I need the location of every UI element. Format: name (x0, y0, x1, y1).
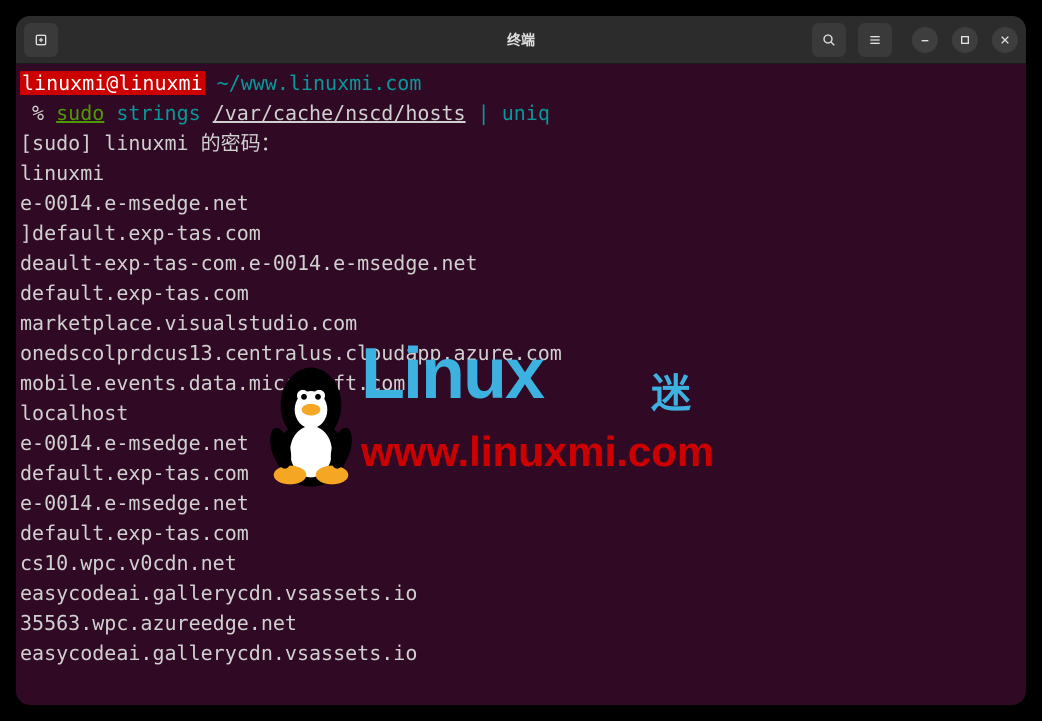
prompt-symbol: % (32, 101, 44, 125)
output-line: [sudo] linuxmi 的密码： (18, 128, 1024, 158)
output-line: easycodeai.gallerycdn.vsassets.io (18, 578, 1024, 608)
output-line: deault-exp-tas-com.e-0014.e-msedge.net (18, 248, 1024, 278)
output-line: e-0014.e-msedge.net (18, 488, 1024, 518)
new-tab-button[interactable] (24, 23, 58, 57)
output-line: marketplace.visualstudio.com (18, 308, 1024, 338)
cmd-pipe: | (478, 101, 490, 125)
output-line: 35563.wpc.azureedge.net (18, 608, 1024, 638)
prompt-line-1: linuxmi@linuxmi ~/www.linuxmi.com (18, 68, 1024, 98)
output-line: default.exp-tas.com (18, 458, 1024, 488)
current-path: ~/www.linuxmi.com (217, 71, 422, 95)
terminal-output-area[interactable]: linuxmi@linuxmi ~/www.linuxmi.com % sudo… (16, 64, 1026, 705)
maximize-button[interactable] (952, 27, 978, 53)
output-line: localhost (18, 398, 1024, 428)
cmd-uniq: uniq (502, 101, 550, 125)
window-title: 终端 (507, 30, 535, 50)
output-line: default.exp-tas.com (18, 278, 1024, 308)
output-line: default.exp-tas.com (18, 518, 1024, 548)
output-line: mobile.events.data.microsoft.com (18, 368, 1024, 398)
output-line: e-0014.e-msedge.net (18, 428, 1024, 458)
output-line: cs10.wpc.v0cdn.net (18, 548, 1024, 578)
command-line: % sudo strings /var/cache/nscd/hosts | u… (18, 98, 1024, 128)
output-line: linuxmi (18, 158, 1024, 188)
titlebar: 终端 (16, 16, 1026, 64)
terminal-window: 终端 linuxmi@linuxmi ~/www.linuxmi (16, 16, 1026, 705)
cmd-arg: /var/cache/nscd/hosts (213, 101, 466, 125)
output-line: e-0014.e-msedge.net (18, 188, 1024, 218)
cmd-sudo: sudo (56, 101, 104, 125)
output-line: onedscolprdcus13.centralus.cloudapp.azur… (18, 338, 1024, 368)
close-button[interactable] (992, 27, 1018, 53)
user-host: linuxmi@linuxmi (20, 71, 205, 95)
cmd-strings: strings (116, 101, 200, 125)
output-line: ]default.exp-tas.com (18, 218, 1024, 248)
search-button[interactable] (812, 23, 846, 57)
minimize-button[interactable] (912, 27, 938, 53)
output-line: easycodeai.gallerycdn.vsassets.io (18, 638, 1024, 668)
menu-button[interactable] (858, 23, 892, 57)
